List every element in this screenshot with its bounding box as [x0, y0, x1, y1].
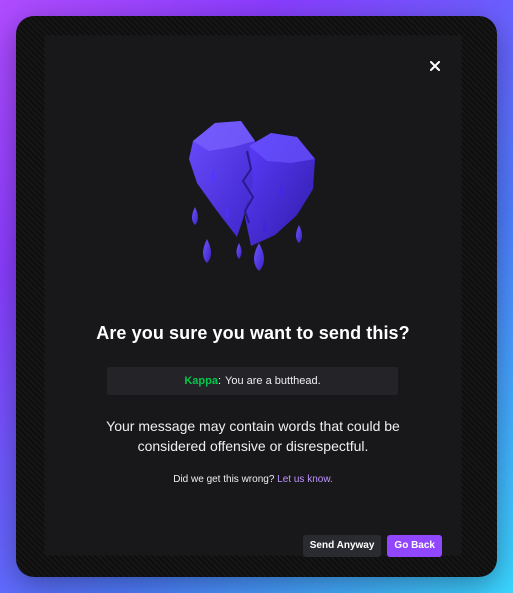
- warning-text: Your message may contain words that coul…: [106, 418, 400, 454]
- modal-frame: Are you sure you want to send this? Kapp…: [16, 16, 497, 577]
- send-anyway-button[interactable]: Send Anyway: [302, 535, 382, 557]
- feedback-line: Did we get this wrong? Let us know.: [45, 474, 461, 485]
- go-back-button[interactable]: Go Back: [387, 535, 442, 557]
- feedback-prompt: Did we get this wrong?: [173, 474, 275, 485]
- message-text: You are a butthead.: [225, 375, 321, 387]
- dialog-title: Are you sure you want to send this?: [96, 323, 410, 343]
- message-separator: :: [217, 375, 222, 387]
- close-button[interactable]: [427, 58, 443, 74]
- chat-message-preview: Kappa: You are a butthead.: [107, 367, 398, 395]
- confirm-send-dialog: Are you sure you want to send this? Kapp…: [45, 36, 461, 557]
- dialog-actions: Send Anyway Go Back: [302, 535, 442, 557]
- crying-heart-icon: [183, 111, 323, 271]
- close-icon: [430, 61, 440, 71]
- feedback-link[interactable]: Let us know.: [277, 474, 333, 485]
- crying-heart-illustration: [189, 121, 315, 271]
- message-username: Kappa: [184, 375, 218, 387]
